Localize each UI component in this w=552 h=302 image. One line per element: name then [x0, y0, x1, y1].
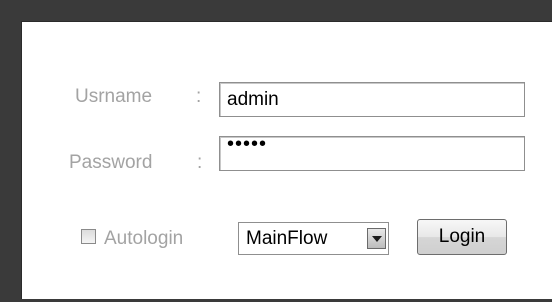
autologin-checkbox[interactable] [81, 229, 96, 244]
username-field[interactable]: admin [219, 82, 525, 117]
password-mask: ••••• [227, 133, 268, 155]
username-label: Usrname [75, 86, 153, 107]
password-colon: : [197, 152, 203, 173]
chevron-down-icon[interactable] [367, 228, 386, 249]
login-button[interactable]: Login [417, 219, 507, 255]
autologin-label[interactable]: Autologin [104, 228, 183, 250]
flow-select[interactable]: MainFlow [238, 222, 389, 255]
username-colon: : [196, 86, 202, 107]
password-label: Password [69, 152, 153, 173]
flow-select-value: MainFlow [246, 228, 328, 249]
password-field[interactable]: ••••• [219, 133, 525, 171]
